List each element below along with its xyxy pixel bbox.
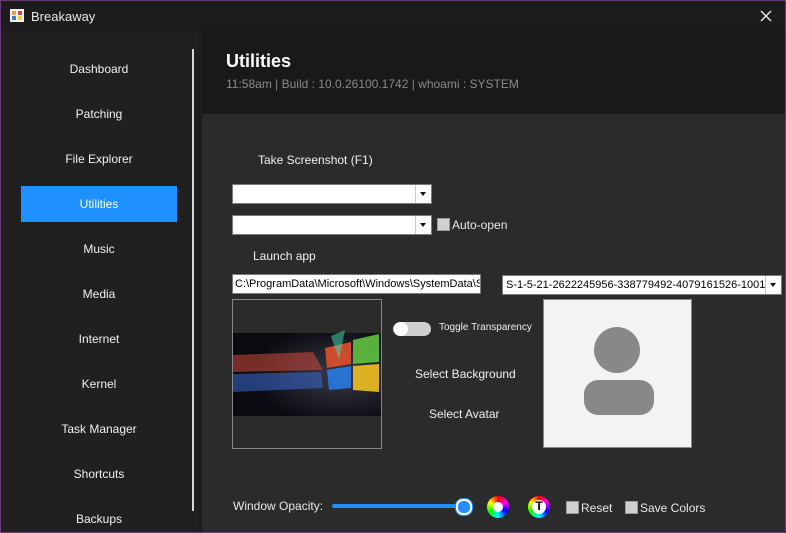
color-wheel-center — [493, 502, 503, 512]
auto-open-checkbox[interactable] — [437, 218, 450, 231]
accent-color-picker-icon[interactable] — [487, 496, 509, 518]
sidebar-divider — [192, 49, 194, 511]
sidebar-item-internet[interactable]: Internet — [21, 321, 177, 357]
sidebar-item-file-explorer[interactable]: File Explorer — [21, 141, 177, 177]
user-sid-dropdown[interactable]: S-1-5-21-2622245956-338779492-4079161526… — [502, 275, 782, 295]
background-preview-image — [232, 299, 382, 449]
launch-app-dropdown[interactable] — [232, 215, 432, 235]
sidebar-item-music[interactable]: Music — [21, 231, 177, 267]
sidebar-item-kernel[interactable]: Kernel — [21, 366, 177, 402]
window-opacity-slider-thumb[interactable] — [456, 499, 472, 515]
launch-app-button[interactable]: Launch app — [253, 249, 316, 263]
window-title: Breakaway — [31, 9, 96, 24]
take-screenshot-button[interactable]: Take Screenshot (F1) — [258, 153, 373, 167]
auto-open-label: Auto-open — [452, 218, 508, 232]
user-avatar-icon — [584, 327, 654, 415]
save-colors-checkbox[interactable] — [625, 501, 638, 514]
window-opacity-label: Window Opacity: — [233, 499, 324, 513]
screenshot-target-dropdown[interactable] — [232, 184, 432, 204]
sidebar-item-media[interactable]: Media — [21, 276, 177, 312]
sidebar-item-backups[interactable]: Backups — [21, 501, 177, 532]
page-title: Utilities — [226, 51, 292, 71]
utilities-panel: Take Screenshot (F1) Auto-open Launch ap… — [202, 114, 785, 532]
window-opacity-slider-track[interactable] — [332, 504, 464, 508]
page-header: Utilities 11:58am | Build : 10.0.26100.1… — [202, 31, 785, 114]
status-line: 11:58am | Build : 10.0.26100.1742 | whoa… — [226, 77, 519, 91]
close-icon[interactable] — [753, 4, 779, 28]
chevron-down-icon — [765, 276, 781, 294]
sidebar-item-task-manager[interactable]: Task Manager — [21, 411, 177, 447]
app-logo-icon — [10, 9, 24, 22]
text-color-glyph: T — [535, 499, 543, 513]
save-colors-label: Save Colors — [640, 501, 706, 515]
toggle-transparency-switch[interactable] — [393, 322, 431, 336]
chevron-down-icon — [415, 185, 431, 203]
sidebar-item-dashboard[interactable]: Dashboard — [21, 51, 177, 87]
windows-wallpaper-image — [233, 330, 381, 416]
sidebar: Dashboard Patching File Explorer Utiliti… — [1, 31, 197, 532]
path-field[interactable]: C:\ProgramData\Microsoft\Windows\SystemD… — [232, 274, 481, 294]
user-sid-value: S-1-5-21-2622245956-338779492-4079161526… — [506, 279, 766, 291]
select-background-button[interactable]: Select Background — [415, 367, 516, 381]
avatar — [543, 299, 692, 448]
toggle-transparency-label: Toggle Transparency — [439, 322, 532, 333]
reset-label: Reset — [581, 501, 613, 515]
sidebar-item-patching[interactable]: Patching — [21, 96, 177, 132]
sidebar-item-utilities[interactable]: Utilities — [21, 186, 177, 222]
text-color-picker-icon[interactable]: T — [528, 496, 550, 518]
chevron-down-icon — [415, 216, 431, 234]
reset-checkbox[interactable] — [566, 501, 579, 514]
app-window: Breakaway Dashboard Patching File Explor… — [0, 0, 786, 533]
select-avatar-button[interactable]: Select Avatar — [429, 407, 500, 421]
sidebar-item-shortcuts[interactable]: Shortcuts — [21, 456, 177, 492]
title-bar: Breakaway — [1, 1, 785, 31]
toggle-knob — [394, 322, 408, 336]
